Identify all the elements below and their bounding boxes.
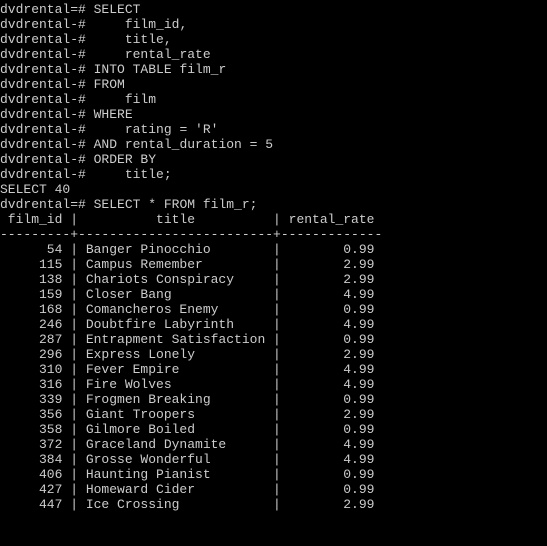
psql-cont-prompt: dvdrental-# [0,77,94,92]
terminal-output[interactable]: dvdrental=# SELECT dvdrental-# film_id, … [0,0,547,512]
q1-line-11: dvdrental-# title; [0,167,172,182]
table-rows: 54 | Banger Pinocchio | 0.99 115 | Campu… [0,242,547,512]
q1-line-5: dvdrental-# FROM [0,77,125,92]
psql-cont-prompt: dvdrental-# [0,122,94,137]
q1-line-4: dvdrental-# INTO TABLE film_r [0,62,226,77]
psql-cont-prompt: dvdrental-# [0,47,94,62]
psql-cont-prompt: dvdrental-# [0,152,94,167]
psql-cont-prompt: dvdrental-# [0,92,94,107]
q1-line-7: dvdrental-# WHERE [0,107,133,122]
q1-line-1: dvdrental-# film_id, [0,17,187,32]
psql-cont-prompt: dvdrental-# [0,107,94,122]
q1-line-6: dvdrental-# film [0,92,156,107]
psql-cont-prompt: dvdrental-# [0,167,94,182]
psql-cont-prompt: dvdrental-# [0,32,94,47]
q1-line-9: dvdrental-# AND rental_duration = 5 [0,137,273,152]
q1-line-10: dvdrental-# ORDER BY [0,152,156,167]
table-header: film_id | title | rental_rate [0,212,374,227]
q1-line-3: dvdrental-# rental_rate [0,47,211,62]
psql-prompt: dvdrental=# [0,2,94,17]
result-1: SELECT 40 [0,182,70,197]
psql-cont-prompt: dvdrental-# [0,17,94,32]
psql-cont-prompt: dvdrental-# [0,62,94,77]
psql-cont-prompt: dvdrental-# [0,137,94,152]
q1-line-0: dvdrental=# SELECT [0,2,140,17]
q1-line-2: dvdrental-# title, [0,32,172,47]
psql-prompt: dvdrental=# [0,197,94,212]
q2-line: dvdrental=# SELECT * FROM film_r; [0,197,257,212]
table-separator: ---------+-------------------------+----… [0,227,382,242]
q1-line-8: dvdrental-# rating = 'R' [0,122,218,137]
